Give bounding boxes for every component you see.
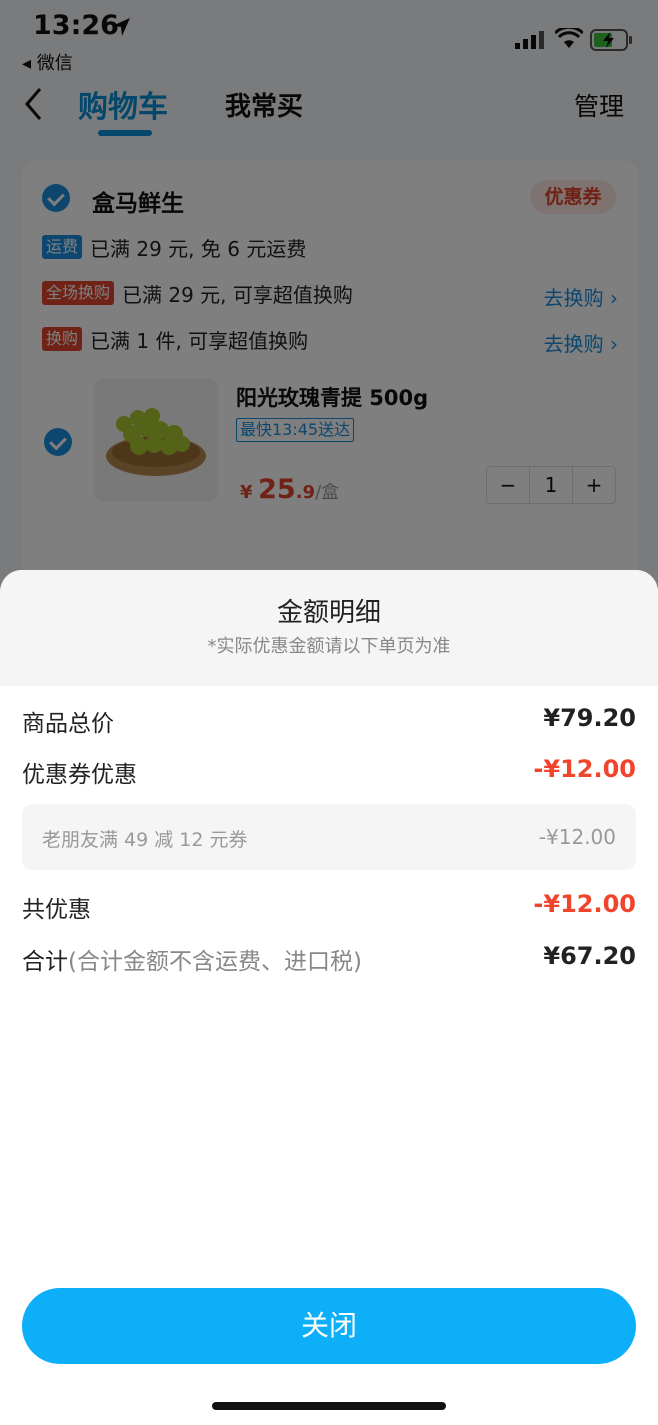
subtotal-label: 商品总价 — [22, 711, 114, 737]
coupon-discount-label: 优惠券优惠 — [22, 762, 137, 788]
total-value: ¥67.20 — [543, 942, 636, 970]
total-note: (合计金额不含运费、进口税) — [68, 949, 362, 975]
coupon-discount-value: -¥12.00 — [533, 755, 636, 783]
close-button[interactable]: 关闭 — [22, 1288, 636, 1364]
coupon-name: 老朋友满 49 减 12 元券 — [42, 829, 248, 851]
subtotal-value: ¥79.20 — [543, 704, 636, 732]
total-row: 合计(合计金额不含运费、进口税) ¥67.20 — [22, 942, 636, 976]
coupon-detail: 老朋友满 49 减 12 元券 -¥12.00 — [22, 804, 636, 870]
coupon-value: -¥12.00 — [538, 825, 616, 849]
total-label: 合计(合计金额不含运费、进口税) — [22, 949, 362, 975]
home-indicator — [212, 1402, 446, 1410]
total-discount-row: 共优惠 -¥12.00 — [22, 890, 636, 924]
sheet-subtitle: *实际优惠金额请以下单页为准 — [207, 636, 451, 657]
subtotal-row: 商品总价 ¥79.20 — [22, 704, 636, 738]
amount-detail-sheet: 金额明细 *实际优惠金额请以下单页为准 商品总价 ¥79.20 优惠券优惠 -¥… — [0, 570, 658, 1425]
coupon-discount-row: 优惠券优惠 -¥12.00 — [22, 755, 636, 789]
sheet-header: 金额明细 *实际优惠金额请以下单页为准 — [0, 570, 658, 686]
total-discount-label: 共优惠 — [22, 897, 91, 923]
total-discount-value: -¥12.00 — [533, 890, 636, 918]
sheet-title: 金额明细 — [276, 598, 381, 628]
